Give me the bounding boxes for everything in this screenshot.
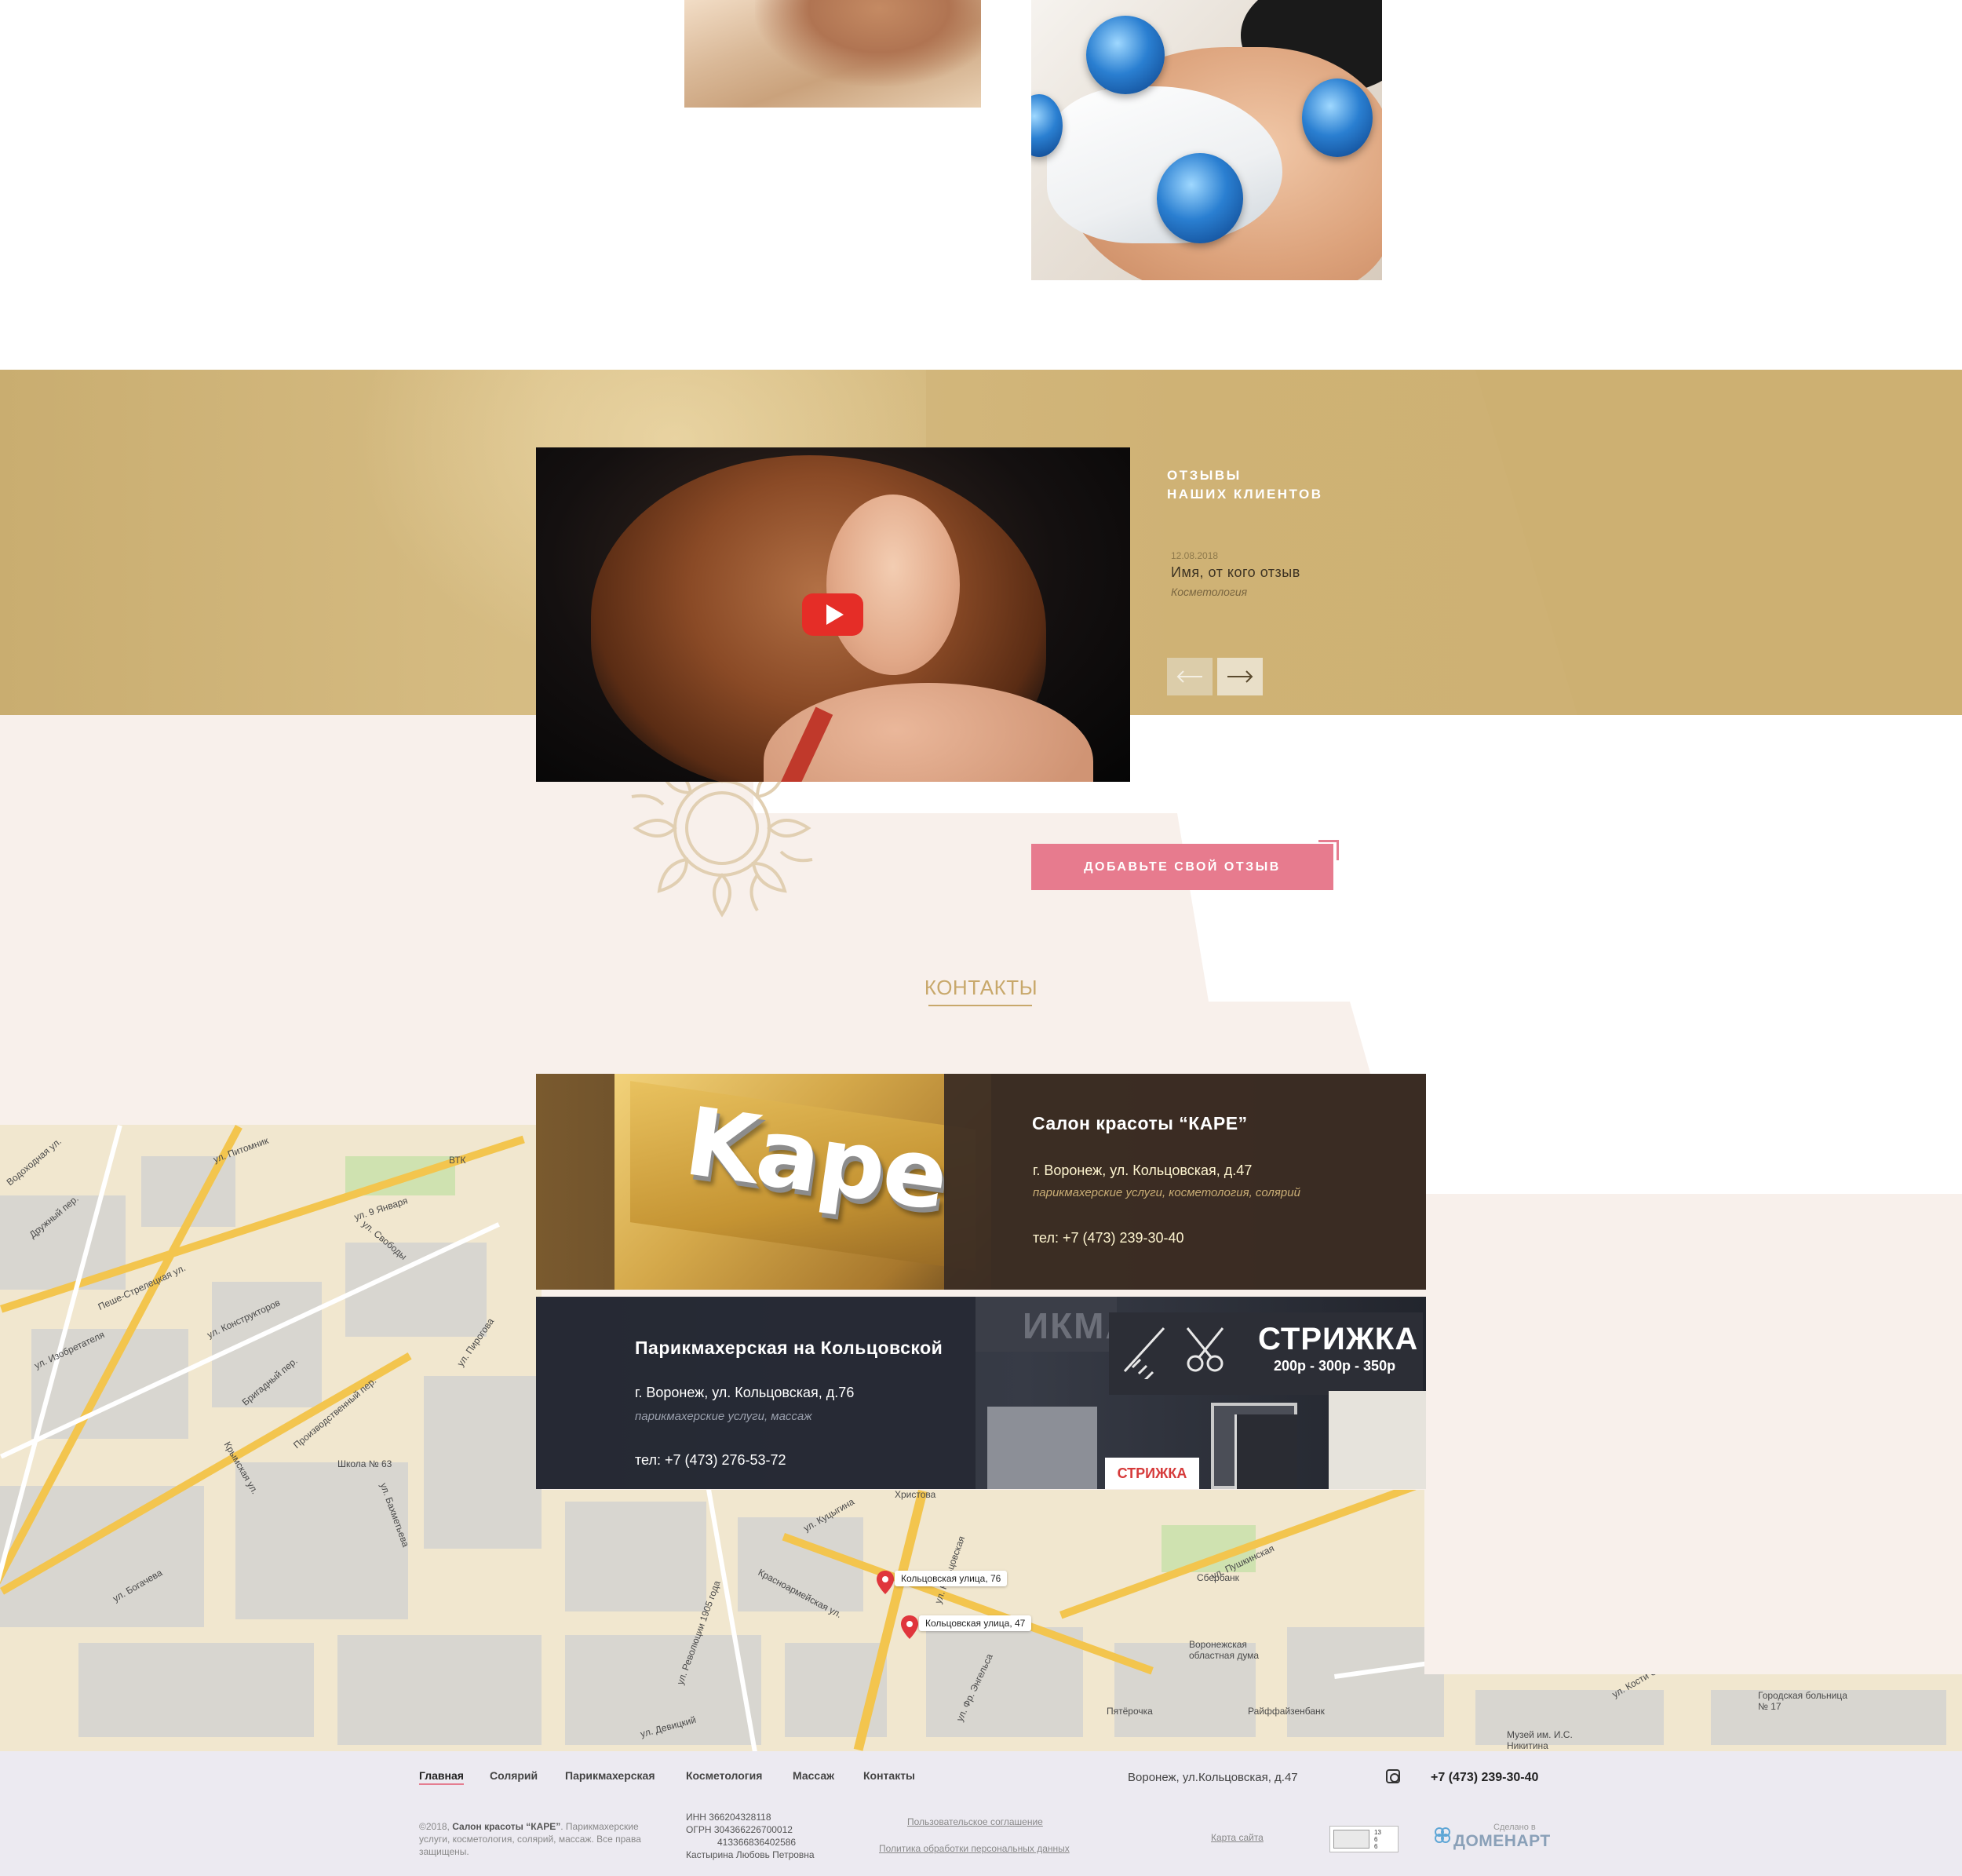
footer-nav-active-underline: [419, 1783, 464, 1785]
review-video[interactable]: [536, 447, 1130, 782]
map-label-bank: Сбербанк: [1197, 1572, 1239, 1583]
footer-ogrn: ОГРН 304366226700012: [686, 1824, 793, 1835]
user-agreement-link[interactable]: Пользовательское соглашение: [907, 1816, 1043, 1827]
review-author: Имя, от кого отзыв: [1171, 564, 1300, 580]
massage-photo-skin: [755, 0, 981, 86]
contacts-heading: КОНТАКТЫ: [924, 976, 1038, 999]
footer-nav-massage[interactable]: Массаж: [793, 1769, 834, 1782]
footer-nav-solarium[interactable]: Солярий: [490, 1769, 538, 1782]
map-street-label: ул. 9 Января: [352, 1195, 410, 1223]
review-category: Косметология: [1171, 586, 1248, 598]
shop-sign-haircut: СТРИЖКА: [1258, 1322, 1419, 1356]
map-pin-icon[interactable]: [877, 1571, 894, 1594]
shop-wall: [1329, 1391, 1426, 1489]
review-date: 12.08.2018: [1171, 550, 1219, 561]
contacts-heading-underline: [928, 1005, 1032, 1006]
salon-address: г. Воронеж, ул. Кольцовская, д.76: [635, 1385, 855, 1400]
map-label-museum: Музей им. И.С. Никитина: [1507, 1729, 1573, 1751]
vacuum-massage-photo: [1031, 0, 1382, 280]
counter-graph: [1333, 1830, 1369, 1849]
map-pin-label: Кольцовская улица, 76: [895, 1571, 1008, 1586]
salon-card-overlay: [944, 1074, 1426, 1290]
footer: [0, 1751, 1962, 1876]
footer-nav-contacts[interactable]: Контакты: [863, 1769, 915, 1782]
footer-inn: ИНН 366204328118: [686, 1812, 771, 1823]
youtube-play-button[interactable]: [802, 593, 863, 636]
reviews-heading-line2: НАШИХ КЛИЕНТОВ: [1167, 487, 1323, 502]
salon-services: парикмахерские услуги, массаж: [635, 1410, 812, 1423]
arrow-right-icon: [1227, 670, 1253, 683]
footer-nav-home[interactable]: Главная: [419, 1769, 464, 1782]
sitemap-link[interactable]: Карта сайта: [1211, 1832, 1264, 1843]
counter-numbers: 13 6 6: [1374, 1829, 1381, 1850]
prev-review-button[interactable]: [1167, 658, 1213, 695]
shop-window: [987, 1407, 1097, 1489]
reviews-heading: ОТЗЫВЫ НАШИХ КЛИЕНТОВ: [1167, 466, 1323, 504]
arrow-left-icon: [1176, 670, 1202, 683]
map-street-label: ул. Питомник: [211, 1134, 270, 1166]
shop-small-sign: СТРИЖКА: [1105, 1458, 1199, 1489]
video-face: [826, 495, 960, 675]
vacuum-cup-icon: [1157, 153, 1243, 243]
salon-title: Салон красоты “КАРЕ”: [1032, 1113, 1248, 1133]
footer-nav-hairdresser[interactable]: Парикмахерская: [565, 1769, 655, 1782]
footer-legal-info: ИНН 366204328118 ОГРН 304366226700012 41…: [686, 1811, 815, 1861]
salon-phone[interactable]: тел: +7 (473) 276-53-72: [635, 1452, 786, 1469]
map-label-school: Школа № 63: [337, 1458, 392, 1469]
salon-address: г. Воронеж, ул. Кольцовская, д.47: [1033, 1162, 1253, 1178]
footer-phone[interactable]: +7 (473) 239-30-40: [1431, 1771, 1538, 1785]
map-street-label: Водоходная ул.: [4, 1135, 64, 1188]
copyright-prefix: ©2018,: [419, 1821, 453, 1832]
next-review-button[interactable]: [1217, 658, 1263, 695]
reviews-heading-line1: ОТЗЫВЫ: [1167, 468, 1242, 483]
vacuum-cup-icon: [1086, 16, 1165, 94]
developer-logo-icon[interactable]: [1433, 1826, 1452, 1845]
salon-phone[interactable]: тел: +7 (473) 239-30-40: [1033, 1230, 1184, 1246]
footer-owner: Кастырина Любовь Петровна: [686, 1849, 815, 1860]
counter-number: 6: [1374, 1843, 1378, 1850]
map-label-duma: Воронежская областная дума: [1189, 1639, 1260, 1661]
map-label-hospital: Городская больница № 17: [1758, 1690, 1847, 1712]
shop-sign-prices: 200р - 300р - 350р: [1274, 1358, 1396, 1374]
made-in-label: Сделано в: [1493, 1823, 1536, 1832]
footer-copyright: ©2018, Салон красоты “КАРЕ”. Парикмахерс…: [419, 1820, 655, 1858]
developer-logo[interactable]: ДОМЕНАРТ: [1453, 1832, 1551, 1851]
map-label-bank: Райффайзенбанк: [1248, 1706, 1325, 1717]
footer-ogrn2: 413366836402586: [717, 1837, 797, 1848]
shop-door: [1234, 1414, 1297, 1489]
massage-photo: [684, 0, 981, 108]
visitor-counter[interactable]: 13 6 6: [1329, 1826, 1399, 1852]
privacy-policy-link[interactable]: Политика обработки персональных данных: [879, 1843, 1070, 1854]
footer-nav-cosmetology[interactable]: Косметология: [686, 1769, 762, 1782]
counter-number: 6: [1374, 1836, 1378, 1843]
vacuum-cup-icon: [1302, 78, 1373, 157]
copyright-name: Салон красоты “КАРЕ”: [452, 1821, 561, 1832]
footer-address: Воронеж, ул.Кольцовская, д.47: [1128, 1771, 1298, 1784]
map-street-label: Христова: [895, 1489, 936, 1500]
map-pin-label: Кольцовская улица, 47: [919, 1615, 1032, 1631]
add-review-button[interactable]: ДОБАВЬТЕ СВОЙ ОТЗЫВ: [1031, 844, 1333, 890]
scissors-comb-icon: [1123, 1327, 1224, 1379]
play-icon: [826, 604, 844, 625]
salon-services: парикмахерские услуги, косметология, сол…: [1033, 1186, 1300, 1199]
map-label-shop: Пятёрочка: [1107, 1706, 1153, 1717]
counter-number: 13: [1374, 1829, 1381, 1836]
salon-title: Парикмахерская на Кольцовской: [635, 1338, 943, 1358]
salon-card-kare[interactable]: Kape Салон красоты “КАРЕ” г. Воронеж, ул…: [536, 1074, 1426, 1290]
instagram-icon[interactable]: [1386, 1769, 1400, 1783]
map-pin-icon[interactable]: [901, 1615, 918, 1639]
salon-card-koltsovskaya[interactable]: ИКМАХЕРСКАЯ СТРИЖКА 200р - 300р - 350р С…: [536, 1297, 1426, 1489]
map-label-poi: ВТК: [449, 1155, 466, 1166]
